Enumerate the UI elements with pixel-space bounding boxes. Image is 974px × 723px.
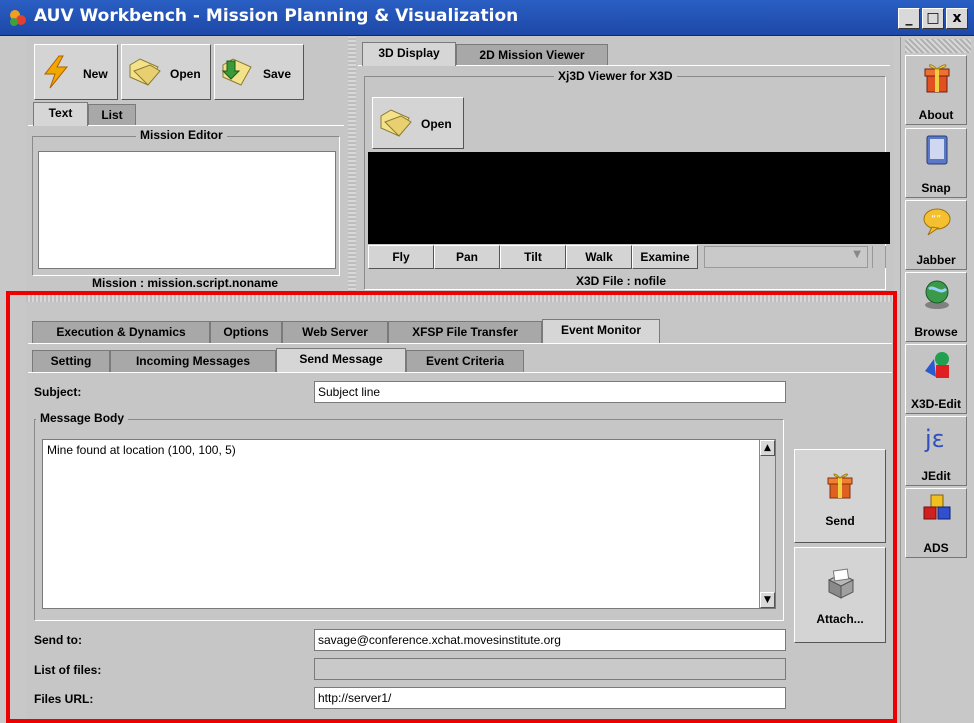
mission-editor-textarea[interactable] [38,151,336,269]
sidebar-label-browse: Browse [914,325,958,339]
fly-button[interactable]: Fly [368,245,434,269]
sidebar-item-ads[interactable]: ADS [905,488,967,558]
sidebar-item-jedit[interactable]: jɛ JEdit [905,416,967,486]
cubes-icon [923,494,951,520]
attach-button[interactable]: Attach... [794,547,886,643]
send-button[interactable]: Send [794,449,886,543]
sidebar-item-about[interactable]: About [905,55,967,125]
send-to-label: Send to: [34,633,82,647]
lower-panel: Execution & Dynamics Options Web Server … [26,302,896,720]
tab-incoming-messages[interactable]: Incoming Messages [110,350,276,372]
chevron-down-icon: ▼ [853,249,861,260]
send-label: Send [825,514,855,528]
message-body-textarea[interactable]: Mine found at location (100, 100, 5) ▲ ▼ [42,439,776,609]
x3d-file-status: X3D File : nofile [576,274,667,288]
folder-open-icon [380,109,412,137]
minimize-button[interactable]: _ [898,8,920,29]
globe-icon [925,280,949,309]
message-body-text: Mine found at location (100, 100, 5) [47,443,236,457]
horizontal-splitter[interactable] [26,292,896,302]
tab-setting[interactable]: Setting [32,350,110,372]
gift-icon [924,64,950,93]
attach-label: Attach... [816,612,864,626]
window-title: AUV Workbench - Mission Planning & Visua… [34,6,519,26]
tab-execution-dynamics[interactable]: Execution & Dynamics [32,321,210,343]
tab-event-criteria[interactable]: Event Criteria [406,350,524,372]
viewer-open-button[interactable]: Open [372,97,464,149]
tab-web-server[interactable]: Web Server [282,321,388,343]
app-icon [10,10,26,26]
title-bar: AUV Workbench - Mission Planning & Visua… [0,0,974,36]
mission-status: Mission : mission.script.noname [92,276,279,290]
tab-xfsp-file-transfer[interactable]: XFSP File Transfer [388,321,542,343]
mission-editor-title: Mission Editor [136,128,227,142]
tab-options[interactable]: Options [210,321,282,343]
scroll-down-icon[interactable]: ▼ [760,592,775,608]
save-label: Save [263,67,292,81]
sidebar-label-ads: ADS [923,541,949,555]
message-scrollbar[interactable]: ▲ ▼ [759,440,775,608]
folder-open-icon [129,58,161,86]
sidebar-label-jabber: Jabber [916,253,956,267]
send-message-panel: Subject: Subject line Message Body Mine … [28,372,892,718]
message-body-title: Message Body [36,411,129,425]
svg-text:“”: “” [931,214,941,225]
tab-event-monitor[interactable]: Event Monitor [542,319,660,343]
list-of-files-input[interactable] [314,658,786,680]
new-label: New [83,67,108,81]
maximize-button[interactable]: □ [922,8,944,29]
files-url-input[interactable]: http://server1/ [314,687,786,709]
tab-3d-display[interactable]: 3D Display [362,42,456,66]
gift-icon [827,473,853,499]
walk-button[interactable]: Walk [566,245,632,269]
jedit-icon: jɛ [924,425,945,453]
event-monitor-panel: Setting Incoming Messages Send Message E… [28,343,892,717]
viewer-open-label: Open [421,117,452,131]
list-of-files-label: List of files: [34,663,102,677]
vertical-splitter[interactable] [348,37,356,292]
sidebar-label-snap: Snap [921,181,951,195]
sidebar-item-x3d-edit[interactable]: X3D-Edit [905,344,967,414]
tab-send-message[interactable]: Send Message [276,348,406,372]
sidebar-item-snap[interactable]: Snap [905,128,967,198]
save-folder-icon [221,58,252,86]
viewer-scroll-handle[interactable] [872,246,886,268]
scroll-up-icon[interactable]: ▲ [760,440,775,456]
shapes-icon [925,352,949,378]
file-box-icon [827,568,855,599]
send-to-input[interactable]: savage@conference.xchat.movesinstitute.o… [314,629,786,651]
new-button[interactable]: New [34,44,118,100]
sidebar-item-jabber[interactable]: “” Jabber [905,200,967,270]
files-url-label: Files URL: [34,692,94,706]
sidebar-label-about: About [918,108,954,122]
mission-panel: New Open Save Text List Mission Editor M… [26,37,348,292]
tab-2d-mission-viewer[interactable]: 2D Mission Viewer [456,44,608,66]
pan-button[interactable]: Pan [434,245,500,269]
tab-text[interactable]: Text [33,102,88,126]
editor-tab-panel: Mission Editor Mission : mission.script.… [28,125,344,290]
tilt-button[interactable]: Tilt [500,245,566,269]
tab-list[interactable]: List [88,104,136,126]
notepad-icon [926,135,948,165]
sidebar-grip[interactable] [905,39,971,53]
sidebar-label-x3d-edit: X3D-Edit [910,397,961,411]
lightning-icon [43,55,69,89]
open-label: Open [170,67,201,81]
speech-bubble-icon: “” [923,208,951,236]
close-button[interactable]: x [946,8,968,29]
subject-label: Subject: [34,385,82,399]
svg-text:jɛ: jɛ [924,425,945,453]
viewpoint-select[interactable]: ▼ [704,246,868,268]
viewer-tab-panel: Xj3D Viewer for X3D Open Fly Pan Tilt Wa… [358,65,890,291]
viewer-panel: 3D Display 2D Mission Viewer Xj3D Viewer… [356,37,894,292]
x3d-canvas[interactable] [368,152,890,244]
sidebar-label-jedit: JEdit [921,469,951,483]
examine-button[interactable]: Examine [632,245,698,269]
open-button[interactable]: Open [121,44,211,100]
viewer-title: Xj3D Viewer for X3D [554,69,677,83]
sidebar-item-browse[interactable]: Browse [905,272,967,342]
subject-input[interactable]: Subject line [314,381,786,403]
save-button[interactable]: Save [214,44,304,100]
